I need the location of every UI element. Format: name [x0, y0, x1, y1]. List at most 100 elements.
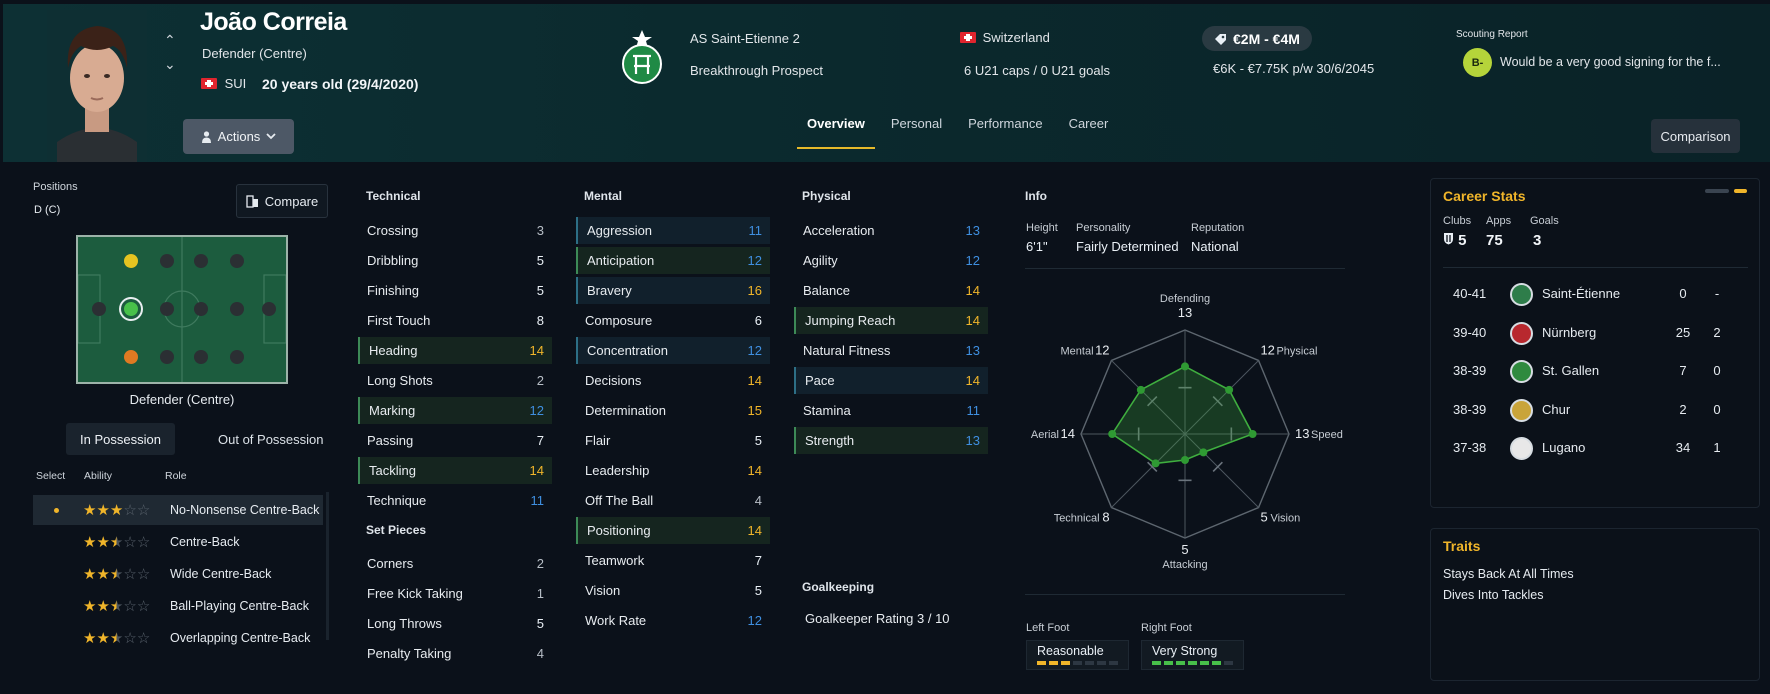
technical-attribute-row[interactable]: Technique 11 [358, 487, 552, 514]
mental-attribute-row[interactable]: Concentration 12 [576, 337, 770, 364]
chevron-up-icon[interactable]: ⌃ [164, 32, 176, 49]
page-indicator-active[interactable] [1734, 189, 1747, 193]
star-icon: ★ [83, 598, 97, 615]
role-row[interactable]: ★★★☆☆ Overlapping Centre-Back [33, 623, 323, 653]
role-row[interactable]: ★★★☆☆ No-Nonsense Centre-Back [33, 495, 323, 525]
chevron-down-icon[interactable]: ⌄ [164, 56, 176, 73]
attribute-name: Tackling [369, 463, 416, 478]
compare-button[interactable]: Compare [236, 184, 328, 218]
role-name: Centre-Back [170, 535, 240, 549]
mental-attribute-row[interactable]: Decisions 14 [576, 367, 770, 394]
career-row[interactable]: 38-39 St. Gallen 7 0 [1432, 352, 1722, 390]
physical-attribute-row[interactable]: Pace 14 [794, 367, 988, 394]
radar-axis-value: 5 [1260, 509, 1267, 524]
tab-in-possession[interactable]: In Possession [66, 423, 175, 455]
pitch-position-dot[interactable] [230, 254, 244, 268]
setpiece-attribute-row[interactable]: Long Throws 5 [358, 610, 552, 637]
tab-personal[interactable]: Personal [881, 108, 952, 149]
mental-attribute-row[interactable]: Determination 15 [576, 397, 770, 424]
mental-attribute-row[interactable]: Composure 6 [576, 307, 770, 334]
setpiece-attribute-row[interactable]: Free Kick Taking 1 [358, 580, 552, 607]
attribute-name: Concentration [587, 343, 668, 358]
pitch-position-dot[interactable] [194, 254, 208, 268]
physical-attribute-row[interactable]: Stamina 11 [794, 397, 988, 424]
mental-attribute-row[interactable]: Flair 5 [576, 427, 770, 454]
role-row[interactable]: ★★★☆☆ Centre-Back [33, 527, 323, 557]
scouting-report-text[interactable]: Would be a very good signing for the f..… [1500, 55, 1721, 69]
pitch-position-dot[interactable] [160, 350, 174, 364]
career-row[interactable]: 38-39 Chur 2 0 [1432, 391, 1722, 429]
physical-attribute-row[interactable]: Balance 14 [794, 277, 988, 304]
radar-axis-value: 14 [1061, 426, 1075, 441]
star-icon: ☆ [136, 502, 151, 519]
attribute-value: 14 [529, 463, 544, 478]
physical-attribute-row[interactable]: Acceleration 13 [794, 217, 988, 244]
scouting-grade-badge: B- [1463, 48, 1492, 77]
physical-attribute-row[interactable]: Natural Fitness 13 [794, 337, 988, 364]
tab-out-of-possession[interactable]: Out of Possession [204, 423, 338, 455]
mental-attribute-row[interactable]: Positioning 14 [576, 517, 770, 544]
role-row[interactable]: ★★★☆☆ Wide Centre-Back [33, 559, 323, 589]
club-badge-icon [1510, 321, 1533, 345]
club-name[interactable]: AS Saint-Etienne 2 [690, 31, 800, 46]
attribute-name: Balance [803, 283, 850, 298]
pitch-position-dot[interactable] [230, 350, 244, 364]
technical-attribute-row[interactable]: Dribbling 5 [358, 247, 552, 274]
setpiece-attribute-row[interactable]: Penalty Taking 4 [358, 640, 552, 667]
physical-attribute-row[interactable]: Strength 13 [794, 427, 988, 454]
role-row[interactable]: ★★★☆☆ Ball-Playing Centre-Back [33, 591, 323, 621]
mental-attribute-row[interactable]: Vision 5 [576, 577, 770, 604]
left-foot-rating: Reasonable [1026, 640, 1129, 670]
attribute-value: 14 [747, 373, 762, 388]
attribute-name: Passing [367, 433, 414, 448]
mental-attribute-row[interactable]: Teamwork 7 [576, 547, 770, 574]
mental-attribute-row[interactable]: Work Rate 12 [576, 607, 770, 634]
pitch-position-dot[interactable] [194, 302, 208, 316]
pitch-position-dot[interactable] [160, 254, 174, 268]
roles-scrollbar[interactable] [326, 492, 329, 640]
star-icon: ★ [83, 534, 97, 551]
pitch-position-dot[interactable] [262, 302, 276, 316]
physical-attribute-row[interactable]: Agility 12 [794, 247, 988, 274]
apps-value: 75 [1486, 232, 1503, 249]
pitch-position-dot[interactable] [194, 350, 208, 364]
technical-attribute-row[interactable]: First Touch 8 [358, 307, 552, 334]
compare-icon [246, 194, 258, 208]
mental-attribute-row[interactable]: Leadership 14 [576, 457, 770, 484]
tab-performance[interactable]: Performance [958, 108, 1052, 149]
mental-attribute-row[interactable]: Anticipation 12 [576, 247, 770, 274]
attribute-name: Off The Ball [585, 493, 654, 508]
pitch-position-dot[interactable] [230, 302, 244, 316]
tab-overview[interactable]: Overview [797, 108, 875, 149]
physical-attribute-row[interactable]: Jumping Reach 14 [794, 307, 988, 334]
attribute-value: 5 [754, 433, 762, 448]
actions-button[interactable]: Actions [183, 119, 294, 154]
technical-attribute-row[interactable]: Heading 14 [358, 337, 552, 364]
comparison-button[interactable]: Comparison [1651, 119, 1740, 153]
page-indicator[interactable] [1705, 189, 1729, 193]
technical-attribute-row[interactable]: Passing 7 [358, 427, 552, 454]
career-row[interactable]: 40-41 Saint-Étienne 0 - [1432, 275, 1722, 313]
pitch-position-dot-unconvincing[interactable] [124, 350, 138, 364]
attribute-name: Crossing [367, 223, 419, 238]
setpiece-attribute-row[interactable]: Corners 2 [358, 550, 552, 577]
technical-attribute-row[interactable]: Finishing 5 [358, 277, 552, 304]
technical-attribute-row[interactable]: Marking 12 [358, 397, 552, 424]
tab-career[interactable]: Career [1059, 108, 1119, 149]
pitch-position-dot[interactable] [160, 302, 174, 316]
mental-attribute-row[interactable]: Off The Ball 4 [576, 487, 770, 514]
attribute-name: Agility [803, 253, 838, 268]
reputation-value: National [1191, 239, 1239, 254]
attribute-name: Penalty Taking [367, 646, 452, 661]
pitch-position-dot[interactable] [92, 302, 106, 316]
career-row[interactable]: 37-38 Lugano 34 1 [1432, 429, 1722, 467]
pitch-position-dot-accomplished[interactable] [124, 254, 138, 268]
mental-attribute-row[interactable]: Bravery 16 [576, 277, 770, 304]
attribute-name: Teamwork [585, 553, 645, 568]
pitch-position-dot-natural[interactable] [124, 302, 138, 316]
mental-attribute-row[interactable]: Aggression 11 [576, 217, 770, 244]
career-row[interactable]: 39-40 Nürnberg 25 2 [1432, 314, 1722, 352]
technical-attribute-row[interactable]: Tackling 14 [358, 457, 552, 484]
technical-attribute-row[interactable]: Crossing 3 [358, 217, 552, 244]
technical-attribute-row[interactable]: Long Shots 2 [358, 367, 552, 394]
